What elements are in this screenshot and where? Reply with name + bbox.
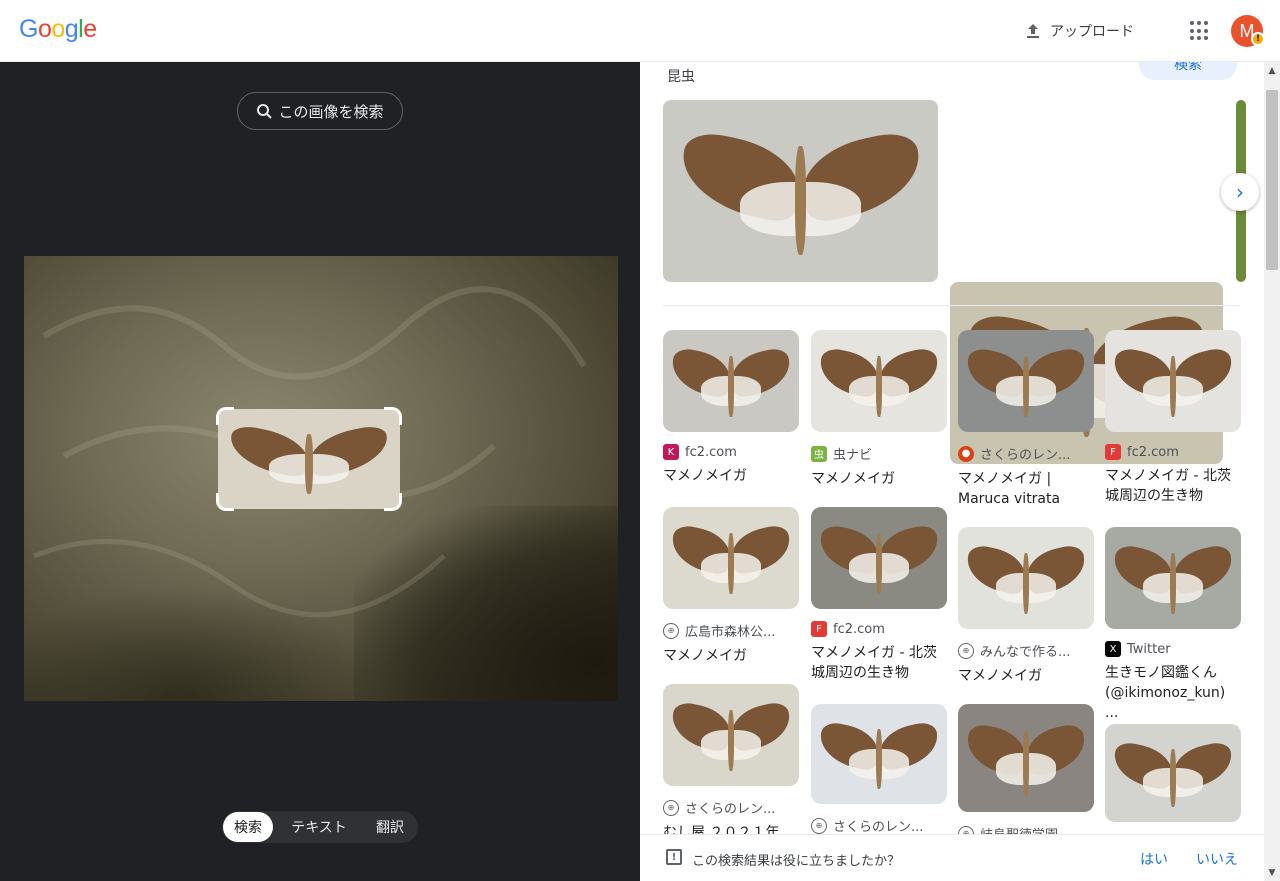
scrollbar-thumb[interactable] bbox=[1266, 90, 1278, 270]
globe-icon: ⊕ bbox=[663, 622, 679, 639]
result-title: 生きモノ図鑑くん (@ikimonoz_kun) ... bbox=[1105, 665, 1226, 721]
result-source: 虫ナビ bbox=[833, 448, 873, 463]
globe-icon: ⊕ bbox=[811, 817, 827, 834]
result-card[interactable]: ⊕ 広島市森林公... マメノメイガ bbox=[663, 507, 799, 666]
logo-letter: g bbox=[64, 15, 79, 43]
feedback-bar: ! この検索結果は役に立ちましたか？ はい いいえ bbox=[640, 834, 1264, 881]
scrollbar[interactable]: ▲ ▼ bbox=[1264, 62, 1280, 881]
result-source: fc2.com bbox=[685, 444, 737, 460]
globe-icon: ⊕ bbox=[958, 642, 974, 659]
mode-text-tab[interactable]: テキスト bbox=[273, 812, 365, 842]
image-preview-panel: この画像を検索 検索 テキスト 翻訳 bbox=[0, 62, 640, 881]
result-title: マメノメイガ - 北茨城周辺の生き物 bbox=[1105, 468, 1231, 504]
mode-translate-tab[interactable]: 翻訳 bbox=[365, 812, 415, 842]
sakura-favicon-icon: ● bbox=[958, 445, 974, 462]
warning-badge-icon: ! bbox=[1251, 32, 1265, 46]
crop-handle-bottom-left[interactable] bbox=[216, 493, 234, 511]
result-title: マメノメイガ bbox=[663, 648, 747, 664]
scroll-up-arrow-icon[interactable]: ▲ bbox=[1264, 62, 1280, 79]
selected-moth-crop[interactable] bbox=[218, 409, 400, 509]
upload-button[interactable]: アップロード bbox=[1024, 16, 1134, 46]
crop-handle-top-left[interactable] bbox=[216, 407, 234, 425]
search-chip[interactable]: 検索 bbox=[1139, 62, 1237, 80]
result-card[interactable]: ⊕岐阜聖徳学園... bbox=[958, 704, 1094, 843]
result-source: 広島市森林公... bbox=[685, 625, 776, 640]
result-card[interactable]: Kfc2.com マメノメイガ bbox=[663, 330, 799, 486]
mode-switcher: 検索 テキスト 翻訳 bbox=[222, 811, 418, 843]
result-card[interactable]: 虫虫ナビ マメノメイガ bbox=[811, 330, 947, 489]
divider bbox=[663, 305, 1240, 306]
upload-icon bbox=[1027, 24, 1039, 38]
result-card[interactable] bbox=[1105, 724, 1241, 822]
result-source: みんなで作る... bbox=[980, 645, 1071, 660]
logo-letter: G bbox=[19, 15, 38, 43]
feedback-icon: ! bbox=[666, 849, 682, 865]
mushinavi-favicon-icon: 虫 bbox=[811, 445, 827, 462]
result-source: Twitter bbox=[1127, 641, 1171, 657]
fc2-favicon-icon: K bbox=[663, 444, 679, 460]
result-title: マメノメイガ bbox=[811, 471, 895, 487]
x-twitter-icon: X bbox=[1105, 641, 1121, 657]
scroll-down-arrow-icon[interactable]: ▼ bbox=[1264, 864, 1280, 881]
crop-handle-top-right[interactable] bbox=[384, 407, 402, 425]
globe-icon: ⊕ bbox=[663, 799, 679, 816]
search-this-image-label: この画像を検索 bbox=[278, 102, 384, 121]
next-chevron-icon[interactable]: › bbox=[1221, 173, 1259, 211]
result-title: マメノメイガ | Maruca vitrata bbox=[958, 471, 1061, 507]
result-title: マメノメイガ bbox=[958, 668, 1042, 684]
fc2-favicon-icon: F bbox=[811, 621, 827, 637]
result-card[interactable]: Ffc2.com マメノメイガ - 北茨城周辺の生き物 bbox=[1105, 330, 1241, 506]
category-label: 昆虫 bbox=[667, 69, 695, 85]
results-panel: 昆虫 検索 › Kfc2.com マメノメイガ ⊕ 広島市森林公... マメノメイ… bbox=[640, 62, 1264, 881]
logo-letter: o bbox=[51, 15, 65, 43]
fc2-favicon-icon: F bbox=[1105, 444, 1121, 460]
result-source: さくらのレン... bbox=[833, 820, 924, 835]
result-card[interactable]: ● さくらのレン... マメノメイガ | Maruca vitrata bbox=[958, 330, 1094, 509]
feedback-no-button[interactable]: いいえ bbox=[1196, 849, 1238, 869]
featured-image[interactable] bbox=[663, 100, 938, 282]
result-card[interactable]: ⊕ さくらのレン... むし屋 ２０２１年 bbox=[663, 684, 799, 843]
logo-letter: e bbox=[83, 15, 97, 43]
upload-label: アップロード bbox=[1050, 24, 1134, 40]
result-title: マメノメイガ bbox=[663, 468, 747, 484]
logo-letter: o bbox=[37, 15, 52, 43]
top-bar: Google アップロード M ! bbox=[0, 0, 1280, 62]
result-card[interactable]: Ffc2.com マメノメイガ - 北茨城周辺の生き物 bbox=[811, 507, 947, 683]
result-source: fc2.com bbox=[1127, 444, 1179, 460]
result-source: さくらのレン... bbox=[685, 802, 776, 817]
search-this-image-button[interactable]: この画像を検索 bbox=[237, 92, 403, 130]
apps-grid-icon[interactable] bbox=[1190, 21, 1210, 41]
result-source: fc2.com bbox=[833, 621, 885, 637]
mode-search-tab[interactable]: 検索 bbox=[223, 812, 273, 842]
feedback-yes-button[interactable]: はい bbox=[1140, 849, 1168, 869]
lens-search-icon bbox=[257, 104, 273, 119]
result-card[interactable]: ⊕ みんなで作る... マメノメイガ bbox=[958, 527, 1094, 686]
result-card[interactable]: ⊕ さくらのレン... bbox=[811, 704, 947, 835]
result-card[interactable]: X Twitter 生きモノ図鑑くん (@ikimonoz_kun) ... bbox=[1105, 527, 1241, 723]
feedback-question: この検索結果は役に立ちましたか？ bbox=[692, 854, 901, 869]
google-logo[interactable]: Google bbox=[19, 15, 97, 44]
result-source: さくらのレン... bbox=[980, 448, 1071, 463]
result-title: マメノメイガ - 北茨城周辺の生き物 bbox=[811, 645, 937, 681]
